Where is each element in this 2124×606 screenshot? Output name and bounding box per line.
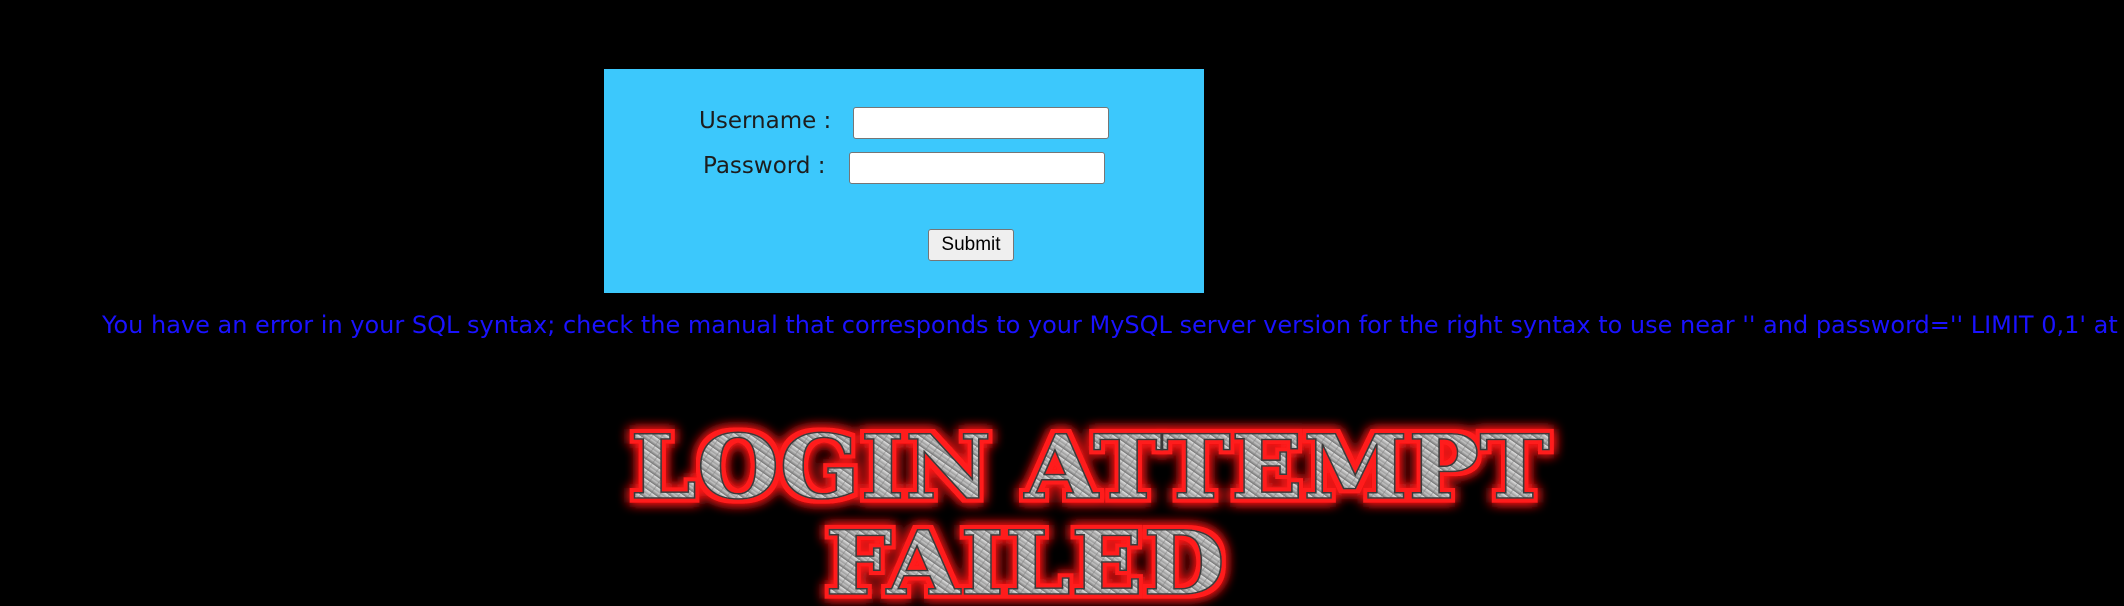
sql-error-message: You have an error in your SQL syntax; ch… [102, 311, 2124, 339]
login-form: Username : Password : Submit [604, 69, 1204, 293]
submit-button[interactable]: Submit [928, 229, 1014, 261]
banner-line-2: FAILED [825, 511, 1225, 606]
login-attempt-failed-banner: LOGIN ATTEMPT FAILED [629, 414, 1551, 606]
cut-off-heading [955, 0, 1235, 6]
page: Username : Password : Submit You have an… [0, 0, 2124, 606]
username-input[interactable] [853, 107, 1109, 139]
password-label: Password : [703, 153, 826, 179]
username-label: Username : [699, 108, 832, 134]
banner-line-1: LOGIN ATTEMPT [630, 415, 1550, 519]
password-input[interactable] [849, 152, 1105, 184]
